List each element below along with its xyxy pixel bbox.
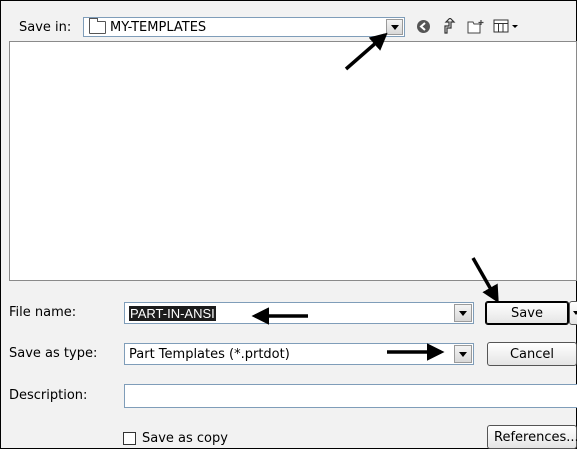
arrow-to-save-in-dropdown: [344, 32, 388, 71]
callout-arrows: [251, 32, 499, 361]
arrow-to-save-button: [471, 257, 499, 304]
